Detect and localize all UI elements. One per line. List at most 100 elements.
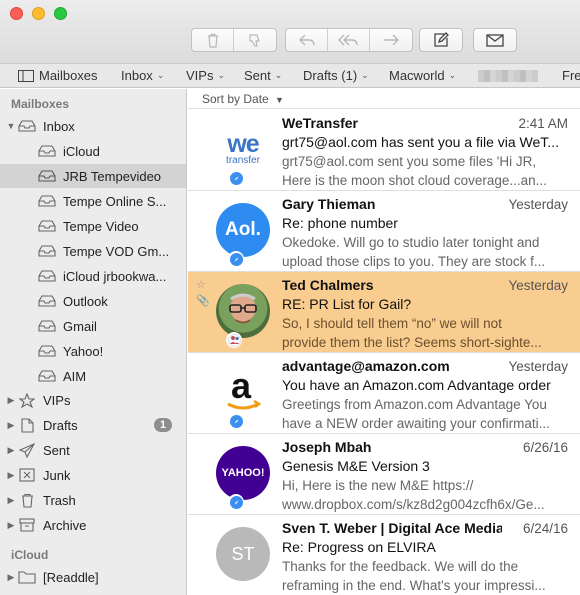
sidebar-item-tempe-video[interactable]: Tempe Video <box>0 214 186 238</box>
aol-avatar: Aol. <box>216 203 270 257</box>
disclosure-closed-icon[interactable]: ▶ <box>6 495 16 506</box>
forward-button[interactable] <box>370 29 412 51</box>
initials-avatar: ST <box>216 527 270 581</box>
inbox-tray-icon <box>36 168 58 184</box>
sidebar-item-label: Tempe Online S... <box>63 193 167 209</box>
compose-button[interactable] <box>420 29 462 51</box>
aol-logo-text: Aol. <box>225 219 261 240</box>
favorites-bar: Mailboxes Inbox ⌄ VIPs ⌄ Sent ⌄ Drafts (1) ⌄… <box>0 64 580 88</box>
sidebar-item-tempe-vod[interactable]: Tempe VOD Gm... <box>0 239 186 263</box>
mail-window: Mailboxes Inbox ⌄ VIPs ⌄ Sent ⌄ Drafts (1) ⌄… <box>0 0 580 595</box>
sidebar-item-outlook[interactable]: Outlook <box>0 289 186 313</box>
envelope-icon <box>486 33 504 47</box>
message-sender: WeTransfer <box>282 115 358 131</box>
sort-control[interactable]: Sort by Date ▼ <box>188 89 580 109</box>
sidebar-item-drafts[interactable]: ▶ Drafts 1 <box>0 413 186 437</box>
get-mail-button[interactable] <box>474 29 516 51</box>
inbox-tray-icon <box>36 243 58 259</box>
preview-line: reframing in the end. What's your impres… <box>282 578 546 593</box>
message-preview: grt75@aol.com sent you some files 'Hi JR… <box>282 152 570 190</box>
sidebar-item-label: Outlook <box>63 293 108 309</box>
sidebar-item-aim[interactable]: AIM <box>0 364 186 388</box>
mailboxes-button[interactable]: Mailboxes <box>18 68 98 83</box>
inbox-tray-icon <box>36 268 58 284</box>
star-icon[interactable]: ☆ <box>196 278 206 291</box>
chevron-down-icon: ⌄ <box>448 70 457 80</box>
message-preview: Hi, Here is the new M&E https:// www.dro… <box>282 476 570 514</box>
sidebar-item-label: Drafts <box>43 417 78 433</box>
disclosure-closed-icon[interactable]: ▶ <box>6 572 16 583</box>
reply-group <box>285 28 413 52</box>
message-row[interactable]: a advantage@amazon.com Yesterday You hav… <box>188 353 580 434</box>
wetransfer-avatar: we transfer <box>216 122 270 176</box>
compose-icon <box>434 32 449 47</box>
fav-sent[interactable]: Sent ⌄ <box>244 68 282 83</box>
preview-line: Okedoke. Will go to studio later tonight… <box>282 235 540 250</box>
sidebar-item-label: Tempe Video <box>63 218 139 234</box>
fav-vips[interactable]: VIPs ⌄ <box>186 68 225 83</box>
fav-more[interactable]: Fre <box>562 68 580 83</box>
zoom-window-button[interactable] <box>54 7 67 20</box>
junk-button[interactable] <box>234 29 276 51</box>
safari-badge-icon <box>228 413 244 429</box>
sort-label: Sort by Date <box>202 92 269 106</box>
message-preview: So, I should tell them “no” we will not … <box>282 314 570 352</box>
yahoo-logo-text: YAHOO! <box>221 467 265 479</box>
message-sender: Sven T. Weber | Digital Ace Media <box>282 520 502 536</box>
message-row[interactable]: YAHOO! Joseph Mbah 6/26/16 Genesis M&E V… <box>188 434 580 515</box>
sidebar-item-archive[interactable]: ▶ Archive <box>0 513 186 537</box>
disclosure-closed-icon[interactable]: ▶ <box>6 420 16 431</box>
message-date: Yesterday <box>508 197 568 212</box>
safari-badge-icon <box>228 251 244 267</box>
message-subject: Re: phone number <box>282 215 398 231</box>
chevron-down-icon: ⌄ <box>361 70 369 80</box>
message-row[interactable]: we transfer WeTransfer 2:41 AM grt75@aol… <box>188 110 580 191</box>
sidebar-item-label: Yahoo! <box>63 343 104 359</box>
reply-button[interactable] <box>286 29 328 51</box>
disclosure-closed-icon[interactable]: ▶ <box>6 520 16 531</box>
fav-inbox[interactable]: Inbox ⌄ <box>121 68 164 83</box>
sidebar-item-jrb-tempevideo[interactable]: JRB Tempevideo <box>0 164 186 188</box>
sidebar-item-label: Junk <box>43 467 71 483</box>
minimize-window-button[interactable] <box>32 7 45 20</box>
sidebar-item-trash[interactable]: ▶ Trash <box>0 488 186 512</box>
delete-button[interactable] <box>192 29 234 51</box>
disclosure-closed-icon[interactable]: ▶ <box>6 445 16 456</box>
sidebar-item-tempe-online[interactable]: Tempe Online S... <box>0 189 186 213</box>
sidebar-item-inbox[interactable]: ▼ Inbox <box>0 114 186 138</box>
redacted-favorite[interactable] <box>478 70 538 82</box>
sidebar-item-label: Tempe VOD Gm... <box>63 243 170 259</box>
fav-drafts-label: Drafts (1) <box>303 68 358 83</box>
forward-icon <box>384 34 399 46</box>
sidebar-item-junk[interactable]: ▶ Junk <box>0 463 186 487</box>
fav-macworld[interactable]: Macworld ⌄ <box>389 68 456 83</box>
reply-all-button[interactable] <box>328 29 370 51</box>
sidebar-item-gmail[interactable]: Gmail <box>0 314 186 338</box>
disclosure-closed-icon[interactable]: ▶ <box>6 395 16 406</box>
close-window-button[interactable] <box>10 7 23 20</box>
amazon-logo-icon: a <box>227 370 262 410</box>
sidebar-item-icloud-jrbookwa[interactable]: iCloud jrbookwa... <box>0 264 186 288</box>
message-row[interactable]: Aol. Gary Thieman Yesterday Re: phone nu… <box>188 191 580 272</box>
disclosure-open-icon[interactable]: ▼ <box>6 121 16 131</box>
sidebar-item-readdle[interactable]: ▶ [Readdle] <box>0 565 186 589</box>
sidebar-item-vips[interactable]: ▶ VIPs <box>0 388 186 412</box>
preview-line: have a NEW order awaiting your confirmat… <box>282 416 550 431</box>
message-sender: Gary Thieman <box>282 196 376 212</box>
message-subject: You have an Amazon.com Advantage order <box>282 377 551 393</box>
message-row[interactable]: ST Sven T. Weber | Digital Ace Media 6/2… <box>188 515 580 595</box>
preview-line: So, I should tell them “no” we will not <box>282 316 502 331</box>
preview-line: provide them the list? Seems short-sight… <box>282 335 542 350</box>
archive-box-icon <box>16 517 38 533</box>
fav-drafts[interactable]: Drafts (1) ⌄ <box>303 68 369 83</box>
disclosure-closed-icon[interactable]: ▶ <box>6 470 16 481</box>
thumbs-down-icon <box>249 33 260 47</box>
svg-text:a: a <box>231 370 252 406</box>
group-badge-icon <box>226 332 242 348</box>
sidebar-item-sent[interactable]: ▶ Sent <box>0 438 186 462</box>
document-icon <box>16 417 38 433</box>
sidebar-item-icloud[interactable]: iCloud <box>0 139 186 163</box>
inbox-tray-icon <box>36 293 58 309</box>
sidebar-item-yahoo[interactable]: Yahoo! <box>0 339 186 363</box>
message-row-selected[interactable]: ☆ 📎 Ted Chalmers Yesterday RE: PR List f… <box>188 272 580 353</box>
